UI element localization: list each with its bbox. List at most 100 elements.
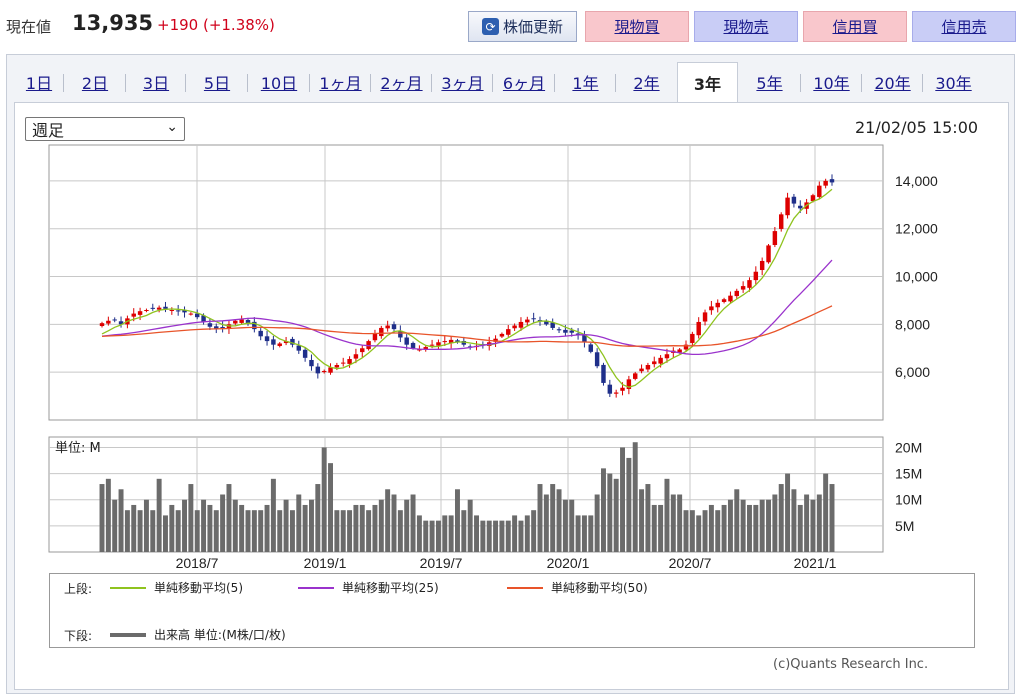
candle-body <box>112 319 117 321</box>
candle-body <box>379 327 384 337</box>
candle-body <box>759 260 765 271</box>
candle-body <box>410 342 416 349</box>
volume-tick-label: 5M <box>895 518 914 534</box>
volume-bar <box>537 484 543 552</box>
volume-bar <box>658 504 664 552</box>
candle-body <box>315 366 321 374</box>
candle-body <box>334 365 340 368</box>
candle-body <box>144 310 149 311</box>
x-tick-label: 2020/7 <box>669 555 712 571</box>
volume-bar <box>175 510 181 552</box>
volume-bar <box>524 515 530 552</box>
candle-body <box>613 392 619 394</box>
candle-body <box>620 387 625 391</box>
chart-legend: 上段: 単純移動平均(5) 単純移動平均(25) 単純移動平均(50) 下段: … <box>49 573 975 648</box>
legend-item-ma50: 単純移動平均(50) <box>507 579 648 596</box>
volume-bar <box>435 520 441 552</box>
candle-body <box>220 326 225 328</box>
legend-lower-label: 下段: <box>64 629 93 643</box>
candle-body <box>429 344 435 346</box>
candle-body <box>404 337 409 345</box>
candle-body <box>690 333 695 343</box>
candle-body <box>658 357 663 364</box>
volume-bar <box>689 510 695 552</box>
candle-body <box>766 245 771 263</box>
candle-body <box>175 310 181 312</box>
volume-bar <box>404 499 410 552</box>
candle-body <box>556 329 562 331</box>
legend-label-volume: 出来高 単位:(M株/口/枚) <box>154 628 286 642</box>
volume-bar <box>708 504 714 552</box>
legend-swatch-ma25 <box>298 586 334 589</box>
candle-body <box>277 343 282 346</box>
volume-bar <box>232 499 238 552</box>
x-tick-label: 2019/1 <box>304 555 347 571</box>
candle-body <box>791 196 797 204</box>
candle-body <box>601 364 606 383</box>
candle-body <box>696 321 701 336</box>
volume-bar <box>543 494 549 552</box>
volume-bar <box>816 494 822 552</box>
volume-bar <box>340 510 346 552</box>
legend-item-volume: 出来高 単位:(M株/口/枚) <box>110 626 286 643</box>
volume-bar <box>239 504 245 552</box>
candle-body <box>645 365 651 370</box>
legend-swatch-volume <box>110 632 146 637</box>
volume-bar <box>620 447 625 552</box>
volume-bar <box>804 494 810 552</box>
volume-bar <box>258 510 264 552</box>
volume-bar <box>461 510 467 552</box>
volume-bar <box>347 510 353 552</box>
candle-body <box>652 361 657 365</box>
volume-bar <box>740 499 746 552</box>
volume-bar <box>334 510 340 552</box>
candle-body <box>436 342 441 346</box>
volume-bar <box>423 520 429 552</box>
volume-bar <box>594 494 600 552</box>
volume-bar <box>512 515 518 552</box>
volume-bar <box>747 504 752 552</box>
candle-body <box>296 345 302 351</box>
x-tick-label: 2018/7 <box>176 555 219 571</box>
candle-body <box>728 295 733 302</box>
volume-bar <box>188 484 194 552</box>
volume-bar <box>664 478 670 552</box>
legend-swatch-ma50 <box>507 586 543 589</box>
candle-body <box>442 341 448 343</box>
candle-body <box>353 354 359 359</box>
volume-bar <box>131 504 137 552</box>
price-tick-label: 14,000 <box>895 173 938 189</box>
candle-body <box>632 373 638 379</box>
candle-body <box>258 330 263 337</box>
candle-body <box>829 179 835 183</box>
candle-body <box>721 299 727 302</box>
volume-bar <box>759 499 765 552</box>
x-tick-label: 2019/7 <box>420 555 463 571</box>
volume-bar <box>505 520 511 552</box>
legend-label-ma5: 単純移動平均(5) <box>154 581 243 595</box>
candle-body <box>664 354 670 359</box>
volume-bar <box>416 515 422 552</box>
candle-body <box>207 323 213 327</box>
volume-bar <box>645 484 651 552</box>
volume-bar <box>455 489 460 552</box>
volume-bar <box>575 515 581 552</box>
legend-label-ma50: 単純移動平均(50) <box>551 581 648 595</box>
volume-bar <box>531 510 537 552</box>
volume-bar <box>581 515 587 552</box>
volume-bar <box>372 504 378 552</box>
candle-body <box>150 307 156 309</box>
candle-body <box>321 370 327 373</box>
volume-bar <box>823 473 829 552</box>
volume-bar <box>785 473 791 552</box>
candle-body <box>594 352 600 367</box>
volume-bar <box>137 510 143 552</box>
price-tick-label: 8,000 <box>895 316 930 332</box>
candle-body <box>264 336 270 342</box>
volume-bar <box>378 499 384 552</box>
volume-bar <box>391 494 397 552</box>
volume-bar <box>410 494 416 552</box>
candle-body <box>131 313 136 317</box>
legend-item-ma5: 単純移動平均(5) <box>110 579 243 596</box>
volume-bar <box>99 484 105 552</box>
